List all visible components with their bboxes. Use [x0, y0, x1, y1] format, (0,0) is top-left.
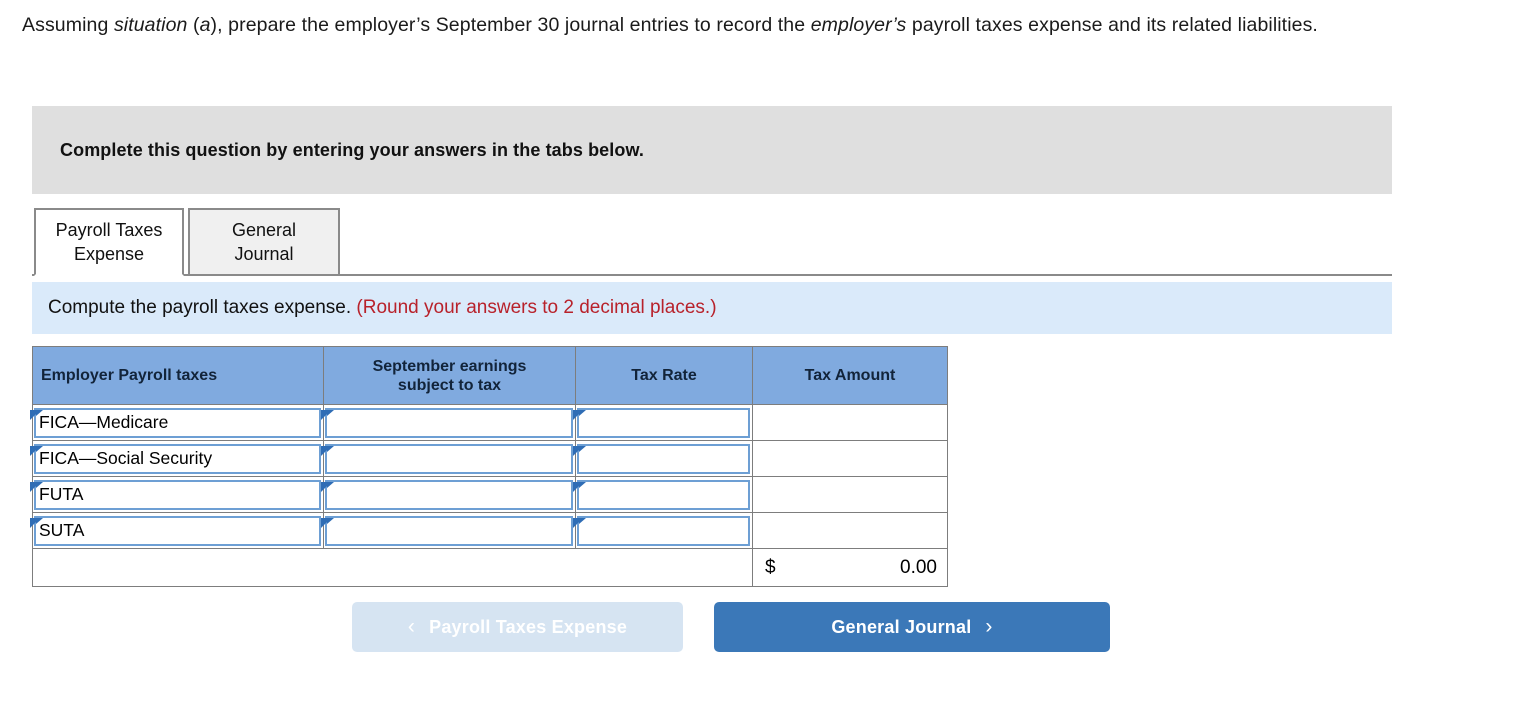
row-2-earnings-input[interactable]	[321, 479, 573, 510]
row-3-name-cell: SUTA	[30, 512, 324, 549]
dropdown-triangle-icon	[321, 445, 334, 458]
total-blank-cell	[32, 548, 753, 587]
row-1-rate-input[interactable]	[573, 443, 750, 474]
row-3-earnings-cell	[321, 512, 576, 549]
row-2-rate-cell	[573, 476, 753, 513]
row-1-name-label: FICA—Social Security	[39, 448, 213, 468]
next-button-label: General Journal	[831, 616, 972, 637]
header-tax-amount: Tax Amount	[752, 346, 948, 405]
row-0-earnings-cell	[321, 404, 576, 441]
table-total-row: $ 0.00	[32, 548, 948, 587]
tab-bar: Payroll Taxes Expense General Journal	[32, 208, 1392, 276]
row-1-name-input[interactable]: FICA—Social Security	[30, 443, 321, 474]
row-3-rate-input[interactable]	[573, 515, 750, 546]
tab-journal-label-line1: General	[231, 220, 297, 240]
tab-general-journal[interactable]: General Journal	[188, 208, 340, 276]
row-1-name-cell: FICA—Social Security	[30, 440, 324, 477]
tab-navigation-buttons: ‹ Payroll Taxes Expense General Journal …	[0, 602, 1522, 654]
row-1-rate-cell	[573, 440, 753, 477]
total-value: 0.00	[900, 556, 937, 578]
total-currency-symbol: $	[765, 556, 776, 578]
prompt-emphasis-employers: employer’s	[810, 14, 907, 36]
prompt-text-4: payroll taxes expense and its related li…	[906, 14, 1318, 36]
row-2-name-label: FUTA	[39, 484, 84, 504]
row-0-amount-cell	[752, 404, 948, 441]
prompt-emphasis-a: a	[199, 14, 211, 36]
dropdown-triangle-icon	[573, 517, 586, 530]
table-row: SUTA	[30, 512, 948, 549]
dropdown-triangle-icon	[30, 481, 43, 494]
question-prompt: Assuming situation (a), prepare the empl…	[22, 10, 1500, 40]
header-september-earnings-line2: subject to tax	[397, 376, 502, 394]
dropdown-triangle-icon	[321, 409, 334, 422]
header-september-earnings-line1: September earnings	[372, 357, 527, 375]
row-1-earnings-input[interactable]	[321, 443, 573, 474]
dropdown-triangle-icon	[321, 481, 334, 494]
payroll-taxes-table-wrap: Employer Payroll taxes September earning…	[30, 346, 948, 587]
prompt-text-2: (	[187, 14, 200, 36]
table-row: FICA—Medicare	[30, 404, 948, 441]
row-0-rate-input[interactable]	[573, 407, 750, 438]
row-2-name-input[interactable]: FUTA	[30, 479, 321, 510]
row-3-earnings-input[interactable]	[321, 515, 573, 546]
total-amount-cell: $ 0.00	[752, 548, 948, 587]
dropdown-triangle-icon	[30, 409, 43, 422]
payroll-taxes-table: Employer Payroll taxes September earning…	[30, 346, 948, 587]
row-1-earnings-cell	[321, 440, 576, 477]
chevron-right-icon: ›	[985, 615, 993, 638]
row-3-rate-cell	[573, 512, 753, 549]
dropdown-triangle-icon	[573, 409, 586, 422]
exercise-page: Assuming situation (a), prepare the empl…	[0, 0, 1522, 708]
tab-payroll-taxes-expense[interactable]: Payroll Taxes Expense	[34, 208, 184, 276]
dropdown-triangle-icon	[573, 445, 586, 458]
banner-text: Complete this question by entering your …	[60, 139, 645, 160]
prev-button-label: Payroll Taxes Expense	[429, 616, 628, 637]
row-0-name-label: FICA—Medicare	[39, 412, 169, 432]
row-0-name-input[interactable]: FICA—Medicare	[30, 407, 321, 438]
row-3-amount-cell	[752, 512, 948, 549]
header-tax-rate: Tax Rate	[575, 346, 753, 405]
chevron-left-icon: ‹	[407, 615, 416, 638]
table-body: FICA—Medicare FICA—Social Security FUTA …	[30, 404, 948, 587]
dropdown-triangle-icon	[321, 517, 334, 530]
instruction-bar: Compute the payroll taxes expense. (Roun…	[32, 282, 1392, 334]
row-2-name-cell: FUTA	[30, 476, 324, 513]
table-header-row: Employer Payroll taxes September earning…	[32, 346, 948, 405]
row-3-name-label: SUTA	[39, 520, 85, 540]
dropdown-triangle-icon	[30, 445, 43, 458]
rounding-note: (Round your answers to 2 decimal places.…	[356, 297, 717, 318]
row-0-rate-cell	[573, 404, 753, 441]
table-row: FICA—Social Security	[30, 440, 948, 477]
row-2-earnings-cell	[321, 476, 576, 513]
row-2-amount-cell	[752, 476, 948, 513]
total-inner: $ 0.00	[753, 557, 947, 579]
row-0-name-cell: FICA—Medicare	[30, 404, 324, 441]
row-1-amount-cell	[752, 440, 948, 477]
instruction-text-wrap: Compute the payroll taxes expense. (Roun…	[48, 297, 717, 319]
tab-payroll-label-line1: Payroll Taxes	[55, 220, 163, 240]
header-employer-payroll-taxes: Employer Payroll taxes	[32, 346, 324, 405]
prompt-emphasis-situation: situation	[113, 14, 188, 36]
next-general-journal-button[interactable]: General Journal ›	[714, 602, 1110, 652]
row-0-earnings-input[interactable]	[321, 407, 573, 438]
instruction-text: Compute the payroll taxes expense.	[48, 297, 352, 318]
prev-payroll-taxes-expense-button[interactable]: ‹ Payroll Taxes Expense	[352, 602, 683, 652]
row-2-rate-input[interactable]	[573, 479, 750, 510]
table-row: FUTA	[30, 476, 948, 513]
dropdown-triangle-icon	[30, 517, 43, 530]
header-september-earnings: September earnings subject to tax	[323, 346, 576, 405]
tab-payroll-label-line2: Expense	[73, 244, 145, 264]
complete-question-banner: Complete this question by entering your …	[32, 106, 1392, 194]
tab-journal-label-line2: Journal	[234, 244, 294, 264]
prompt-text-3: ), prepare the employer’s September 30 j…	[210, 14, 811, 36]
row-3-name-input[interactable]: SUTA	[30, 515, 321, 546]
dropdown-triangle-icon	[573, 481, 586, 494]
prompt-text-1: Assuming	[22, 14, 114, 36]
